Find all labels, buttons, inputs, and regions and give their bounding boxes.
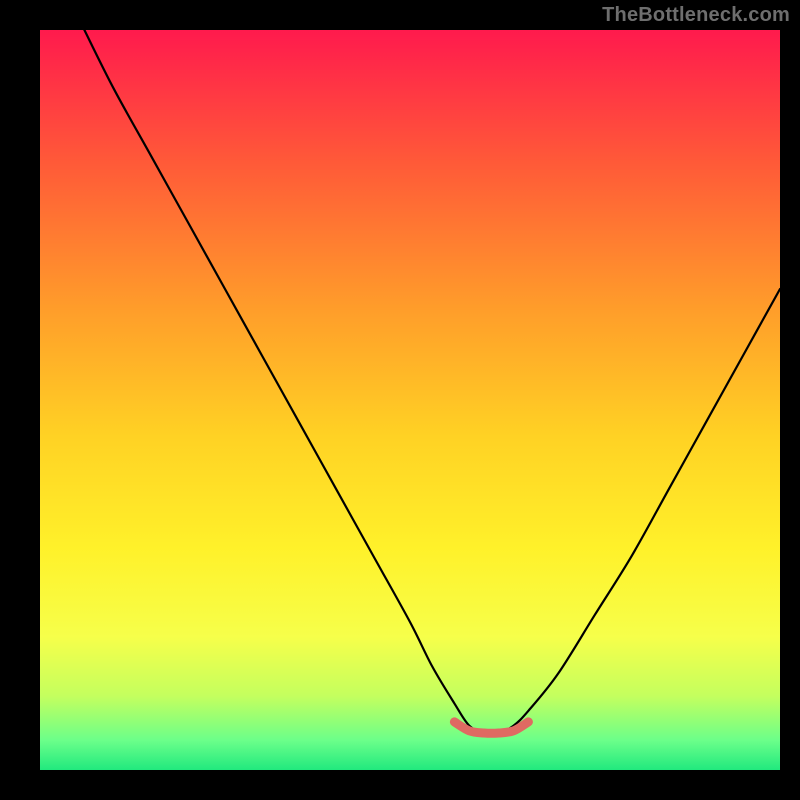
plot-area	[40, 30, 780, 770]
watermark-label: TheBottleneck.com	[602, 4, 790, 27]
chart-svg	[0, 0, 800, 800]
chart-stage: { "watermark": "TheBottleneck.com", "col…	[0, 0, 800, 800]
